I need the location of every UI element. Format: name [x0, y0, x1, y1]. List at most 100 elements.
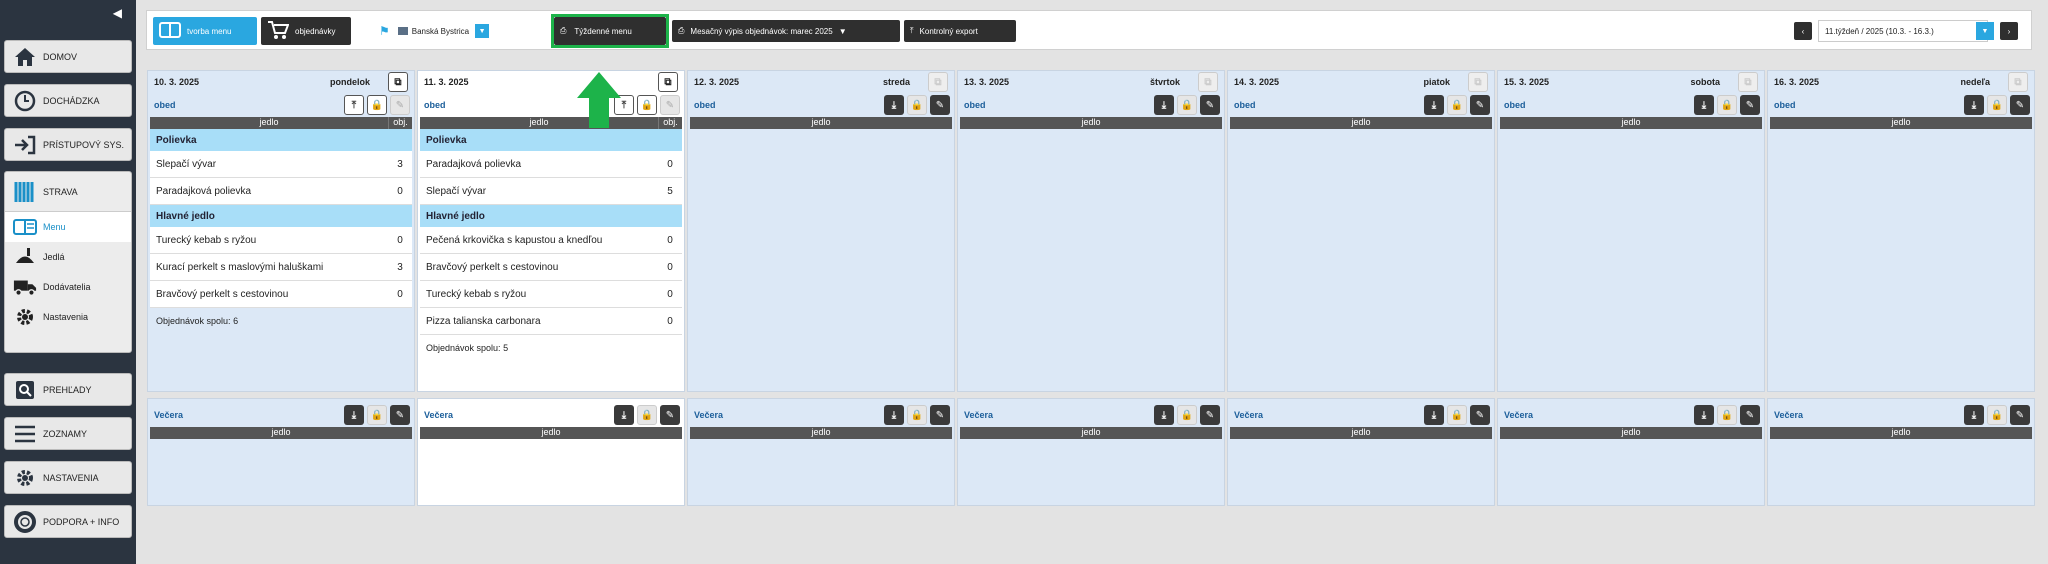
toolbar: tvorba menu objednávky ⚑ Banská Bystrica…	[146, 10, 2032, 50]
lock-icon: 🔒	[1717, 405, 1737, 425]
edit-icon[interactable]: ✎	[660, 405, 680, 425]
import-icon[interactable]: ⤓	[884, 95, 904, 115]
table-row[interactable]: Turecký kebab s ryžou 0	[150, 227, 412, 254]
copy-icon[interactable]: ⧉	[928, 72, 948, 92]
sidebar-item-zoznamy[interactable]: ZOZNAMY	[4, 417, 132, 450]
chair-icon: ⚑	[379, 24, 390, 38]
table-row[interactable]: Pečená krkovička s kapustou a knedľou 0	[420, 227, 682, 254]
edit-icon[interactable]: ✎	[1200, 405, 1220, 425]
import-icon[interactable]: ⤓	[1424, 405, 1444, 425]
day-header: 13. 3. 2025 štvrtok ⧉	[958, 71, 1224, 93]
copy-icon[interactable]: ⧉	[1198, 72, 1218, 92]
day-column: 15. 3. 2025 sobota ⧉ obed ⤓ 🔒 ✎ jedlo	[1497, 70, 1765, 392]
edit-icon[interactable]: ✎	[390, 405, 410, 425]
lock-icon: 🔒	[1717, 95, 1737, 115]
import-icon[interactable]: ⤓	[1964, 95, 1984, 115]
edit-icon[interactable]: ✎	[1740, 95, 1760, 115]
location-select[interactable]: ⚑ Banská Bystrica ▼	[379, 17, 509, 45]
import-icon[interactable]: ⤓	[614, 405, 634, 425]
lock-icon[interactable]: 🔒	[637, 95, 657, 115]
evening-column: Večera ⤓ 🔒 ✎ jedlo	[1227, 398, 1495, 506]
sidebar-item-label: NASTAVENIA	[43, 472, 99, 483]
edit-icon[interactable]: ✎	[1470, 95, 1490, 115]
table-row[interactable]: Pizza talianska carbonara 0	[420, 308, 682, 335]
cart-icon	[267, 20, 290, 42]
table-header: jedlo	[1230, 427, 1492, 439]
category-row: Hlavné jedlo	[150, 205, 412, 227]
day-header: 11. 3. 2025 ⧉	[418, 71, 684, 93]
table-row[interactable]: Bravčový perkelt s cestovinou 0	[420, 254, 682, 281]
copy-icon[interactable]: ⧉	[2008, 72, 2028, 92]
sidebar-item-label: PODPORA + INFO	[43, 516, 120, 527]
sidebar-item-prehlady[interactable]: PREHĽADY	[4, 373, 132, 406]
table-row[interactable]: Paradajková polievka 0	[420, 151, 682, 178]
meal-header-vecera: Večera ⤓ 🔒 ✎	[688, 405, 954, 425]
import-icon[interactable]: ⤓	[344, 405, 364, 425]
lock-icon[interactable]: 🔒	[367, 95, 387, 115]
meal-header-vecera: Večera ⤓ 🔒 ✎	[1768, 405, 2034, 425]
table-row[interactable]: Slepačí vývar 3	[150, 151, 412, 178]
import-icon[interactable]: ⤓	[1424, 95, 1444, 115]
import-icon[interactable]: ⤓	[1964, 405, 1984, 425]
edit-icon[interactable]: ✎	[1470, 405, 1490, 425]
table-row[interactable]: Slepačí vývar 5	[420, 178, 682, 205]
mesacny-vypis-button[interactable]: ⎙ Mesačný výpis objednávok: marec 2025 ▼	[672, 20, 900, 42]
import-icon[interactable]: ⤓	[1154, 95, 1174, 115]
copy-icon[interactable]: ⧉	[1738, 72, 1758, 92]
evening-column: Večera ⤓ 🔒 ✎ jedlo	[687, 398, 955, 506]
edit-icon[interactable]: ✎	[1200, 95, 1220, 115]
kontrolny-export-button[interactable]: ⤒ Kontrolný export	[904, 20, 1016, 42]
edit-icon[interactable]: ✎	[1740, 405, 1760, 425]
tvorba-menu-button[interactable]: tvorba menu	[153, 17, 257, 45]
edit-icon[interactable]: ✎	[930, 405, 950, 425]
chevron-down-icon[interactable]: ▼	[475, 24, 490, 38]
building-icon	[397, 27, 408, 35]
evening-column: Večera ⤓ 🔒 ✎ jedlo	[957, 398, 1225, 506]
sidebar-item-label: Jedlá	[43, 252, 65, 262]
table-header: jedlo	[1770, 117, 2032, 129]
sidebar-item-podpora[interactable]: PODPORA + INFO	[4, 505, 132, 538]
table-header: jedlo	[690, 427, 952, 439]
lock-icon: 🔒	[1177, 405, 1197, 425]
chevron-down-icon[interactable]: ▼	[1976, 22, 1994, 40]
arrow-up-icon	[577, 72, 621, 128]
home-icon	[13, 45, 37, 69]
list-icon	[13, 422, 37, 446]
sidebar-item-nastavenia-sub[interactable]: Nastavenia	[5, 302, 131, 332]
table-header: jedlo	[960, 427, 1222, 439]
import-icon[interactable]: ⤓	[1154, 405, 1174, 425]
meal-header-obed: obed ⤒ 🔒 ✎	[418, 95, 684, 115]
week-select[interactable]: 11.týždeň / 2025 (10.3. - 16.3.)	[1818, 20, 1988, 42]
edit-icon[interactable]: ✎	[2010, 405, 2030, 425]
import-icon[interactable]: ⤓	[884, 405, 904, 425]
import-icon[interactable]: ⤓	[1694, 95, 1714, 115]
copy-icon[interactable]: ⧉	[1468, 72, 1488, 92]
objednavky-button[interactable]: objednávky	[261, 17, 351, 45]
next-week-button[interactable]: ›	[2000, 22, 2018, 40]
meal-header-vecera: Večera ⤓ 🔒 ✎	[418, 405, 684, 425]
sidebar-item-nastavenia[interactable]: NASTAVENIA	[4, 461, 132, 494]
order-total: Objednávok spolu: 6	[156, 316, 239, 326]
edit-icon[interactable]: ✎	[930, 95, 950, 115]
table-row[interactable]: Turecký kebab s ryžou 0	[420, 281, 682, 308]
table-row[interactable]: Paradajková polievka 0	[150, 178, 412, 205]
sidebar-item-domov[interactable]: DOMOV	[4, 40, 132, 73]
sidebar-item-jedla[interactable]: Jedlá	[5, 242, 131, 272]
sidebar-item-strava[interactable]: STRAVA	[5, 172, 131, 212]
app-window: ◀ DOMOV DOCHÁDZKA PRÍSTUPOVÝ SYS. STRAVA…	[0, 0, 2048, 564]
sidebar-item-pristupovy[interactable]: PRÍSTUPOVÝ SYS.	[4, 128, 132, 161]
upload-icon[interactable]: ⤒	[344, 95, 364, 115]
sidebar-item-dodavatelia[interactable]: Dodávatelia	[5, 272, 131, 302]
lifebuoy-icon	[13, 510, 37, 534]
table-row[interactable]: Kurací perkelt s maslovými haluškami 3	[150, 254, 412, 281]
edit-icon[interactable]: ✎	[2010, 95, 2030, 115]
sidebar-item-dochadzka[interactable]: DOCHÁDZKA	[4, 84, 132, 117]
table-row[interactable]: Bravčový perkelt s cestovinou 0	[150, 281, 412, 308]
import-icon[interactable]: ⤓	[1694, 405, 1714, 425]
export-icon: ⤒	[910, 26, 914, 35]
prev-week-button[interactable]: ‹	[1794, 22, 1812, 40]
collapse-sidebar-icon[interactable]: ◀	[113, 6, 122, 20]
sidebar-item-menu[interactable]: Menu	[5, 212, 131, 242]
copy-icon[interactable]: ⧉	[388, 72, 408, 92]
copy-icon[interactable]: ⧉	[658, 72, 678, 92]
